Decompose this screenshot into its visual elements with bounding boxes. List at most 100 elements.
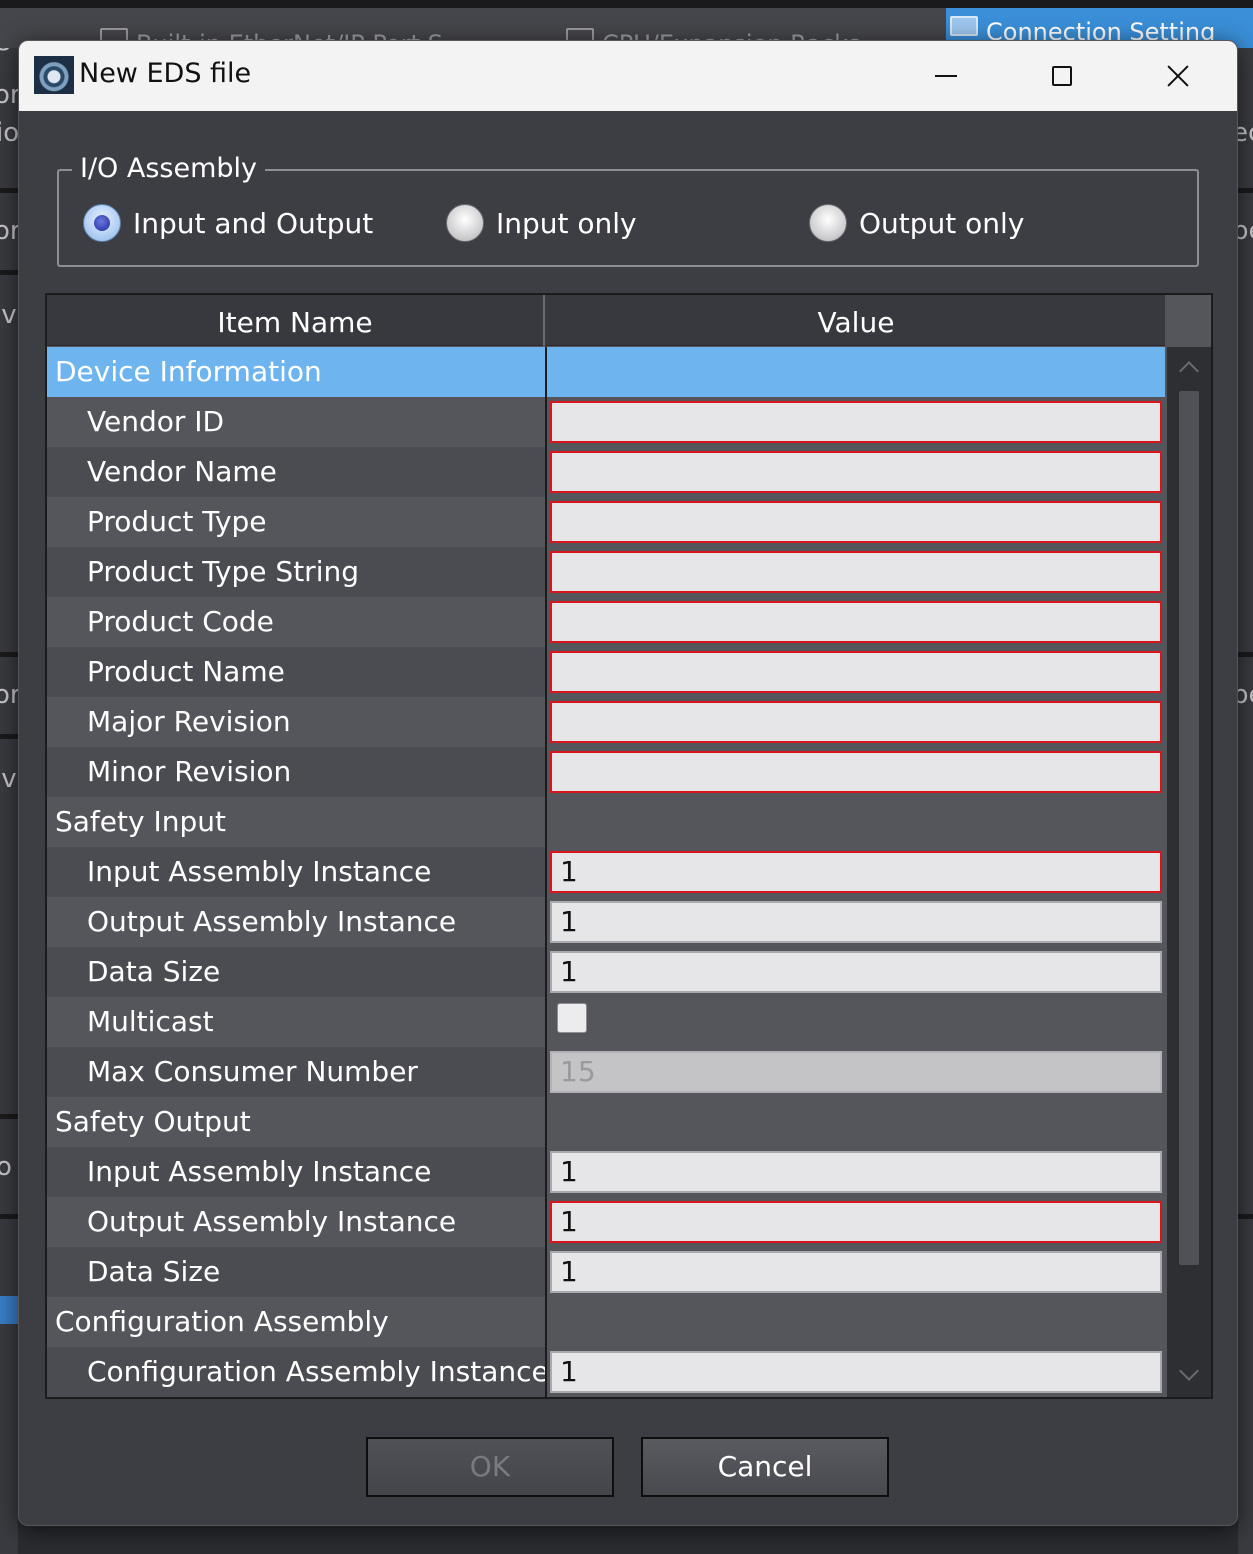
- background-text-fragment: or: [0, 216, 18, 246]
- row-product-type-string: Product Type String: [47, 547, 1165, 597]
- dialog-title-bar[interactable]: New EDS file: [19, 41, 1237, 111]
- item-name: Data Size: [47, 1247, 545, 1297]
- background-right-panel: ec pe pe: [1238, 48, 1253, 1554]
- grid-rows: Device Information Vendor ID Vendor Name…: [47, 347, 1165, 1397]
- row-vendor-name: Vendor Name: [47, 447, 1165, 497]
- item-name: Output Assembly Instance: [47, 1197, 545, 1247]
- radio-button-checked[interactable]: [83, 204, 121, 242]
- product-type-string-input[interactable]: [550, 551, 1162, 593]
- eds-app-icon: [34, 56, 74, 94]
- chevron-up-icon: [1179, 361, 1199, 381]
- radio-button[interactable]: [446, 204, 484, 242]
- item-name: Product Type String: [47, 547, 545, 597]
- maximize-button[interactable]: [1004, 41, 1120, 111]
- safety-output-output-assembly-instance-input[interactable]: [550, 1201, 1162, 1243]
- radio-input-only[interactable]: Input only: [446, 201, 637, 245]
- background-divider: [1238, 652, 1253, 657]
- radio-button[interactable]: [809, 204, 847, 242]
- item-name: Multicast: [47, 997, 545, 1047]
- cancel-button[interactable]: Cancel: [641, 1437, 889, 1497]
- property-grid: Item Name Value Device Information Vendo…: [45, 293, 1213, 1399]
- background-divider: [0, 734, 18, 739]
- background-text-fragment: pe: [1238, 216, 1253, 246]
- multicast-checkbox[interactable]: [557, 1003, 587, 1033]
- background-divider: [0, 270, 18, 275]
- row-max-consumer-number: Max Consumer Number: [47, 1047, 1165, 1097]
- radio-label: Input and Output: [133, 206, 374, 240]
- ok-button[interactable]: OK: [366, 1437, 614, 1497]
- configuration-assembly-instance-input[interactable]: [550, 1351, 1162, 1393]
- item-name: Major Revision: [47, 697, 545, 747]
- background-divider: [0, 1214, 18, 1219]
- safety-output-data-size-input[interactable]: [550, 1251, 1162, 1293]
- product-code-input[interactable]: [550, 601, 1162, 643]
- background-text-fragment: or: [0, 680, 18, 710]
- vendor-name-input[interactable]: [550, 451, 1162, 493]
- category-row-device-information[interactable]: Device Information: [47, 347, 1165, 397]
- background-divider: [0, 188, 18, 193]
- item-name: Product Name: [47, 647, 545, 697]
- row-safety-input-input-assembly-instance: Input Assembly Instance: [47, 847, 1165, 897]
- item-name: Output Assembly Instance: [47, 897, 545, 947]
- row-minor-revision: Minor Revision: [47, 747, 1165, 797]
- close-button[interactable]: [1120, 41, 1236, 111]
- category-row-safety-output[interactable]: Safety Output: [47, 1097, 1165, 1147]
- radio-output-only[interactable]: Output only: [809, 201, 1024, 245]
- background-divider: [1238, 188, 1253, 193]
- category-row-configuration-assembly[interactable]: Configuration Assembly: [47, 1297, 1165, 1347]
- category-value-cell: [547, 1297, 1165, 1347]
- column-header-value[interactable]: Value: [547, 295, 1165, 346]
- scrollbar-thumb[interactable]: [1179, 391, 1199, 1265]
- category-name: Safety Input: [47, 797, 545, 847]
- item-name: Minor Revision: [47, 747, 545, 797]
- new-eds-file-dialog: New EDS file I/O Assembly Input and Outp…: [18, 40, 1238, 1526]
- dialog-title: New EDS file: [79, 58, 252, 89]
- background-left-panel: gs or io or iv or iv o: [0, 48, 18, 1554]
- background-divider: [0, 1114, 18, 1119]
- row-safety-output-data-size: Data Size: [47, 1247, 1165, 1297]
- background-top-edge: [0, 0, 1253, 8]
- row-multicast: Multicast: [47, 997, 1165, 1047]
- radio-input-and-output[interactable]: Input and Output: [83, 201, 373, 245]
- item-name: Product Code: [47, 597, 545, 647]
- grid-vertical-scrollbar[interactable]: [1167, 347, 1211, 1397]
- category-name: Safety Output: [47, 1097, 545, 1147]
- scroll-down-button[interactable]: [1171, 1357, 1207, 1393]
- background-text-fragment: io: [0, 118, 18, 148]
- maximize-icon: [1052, 66, 1072, 86]
- safety-input-output-assembly-instance-input[interactable]: [550, 901, 1162, 943]
- row-vendor-id: Vendor ID: [47, 397, 1165, 447]
- item-name: Data Size: [47, 947, 545, 997]
- product-name-input[interactable]: [550, 651, 1162, 693]
- safety-input-data-size-input[interactable]: [550, 951, 1162, 993]
- safety-output-input-assembly-instance-input[interactable]: [550, 1151, 1162, 1193]
- background-divider: [1238, 1214, 1253, 1219]
- minimize-icon: [935, 75, 957, 77]
- background-text-fragment: gs: [0, 48, 18, 52]
- item-name: Max Consumer Number: [47, 1047, 545, 1097]
- max-consumer-number-input: [550, 1051, 1162, 1093]
- category-name: Device Information: [47, 347, 545, 397]
- item-name: Vendor Name: [47, 447, 545, 497]
- background-text-fragment: o: [0, 1152, 12, 1182]
- radio-label: Input only: [496, 206, 637, 240]
- safety-input-input-assembly-instance-input[interactable]: [550, 851, 1162, 893]
- product-type-input[interactable]: [550, 501, 1162, 543]
- category-name: Configuration Assembly: [47, 1297, 545, 1347]
- background-selection-bar: [0, 1296, 18, 1324]
- major-revision-input[interactable]: [550, 701, 1162, 743]
- background-text-fragment: ec: [1238, 118, 1253, 148]
- category-row-safety-input[interactable]: Safety Input: [47, 797, 1165, 847]
- minimize-button[interactable]: [888, 41, 1004, 111]
- column-header-item-name[interactable]: Item Name: [47, 295, 545, 346]
- scroll-up-button[interactable]: [1171, 349, 1207, 385]
- chevron-down-icon: [1179, 1361, 1199, 1381]
- minor-revision-input[interactable]: [550, 751, 1162, 793]
- vendor-id-input[interactable]: [550, 401, 1162, 443]
- category-value-cell: [547, 1097, 1165, 1147]
- row-product-code: Product Code: [47, 597, 1165, 647]
- background-divider: [0, 652, 18, 657]
- item-name: Vendor ID: [47, 397, 545, 447]
- row-product-type: Product Type: [47, 497, 1165, 547]
- io-assembly-legend: I/O Assembly: [72, 153, 266, 184]
